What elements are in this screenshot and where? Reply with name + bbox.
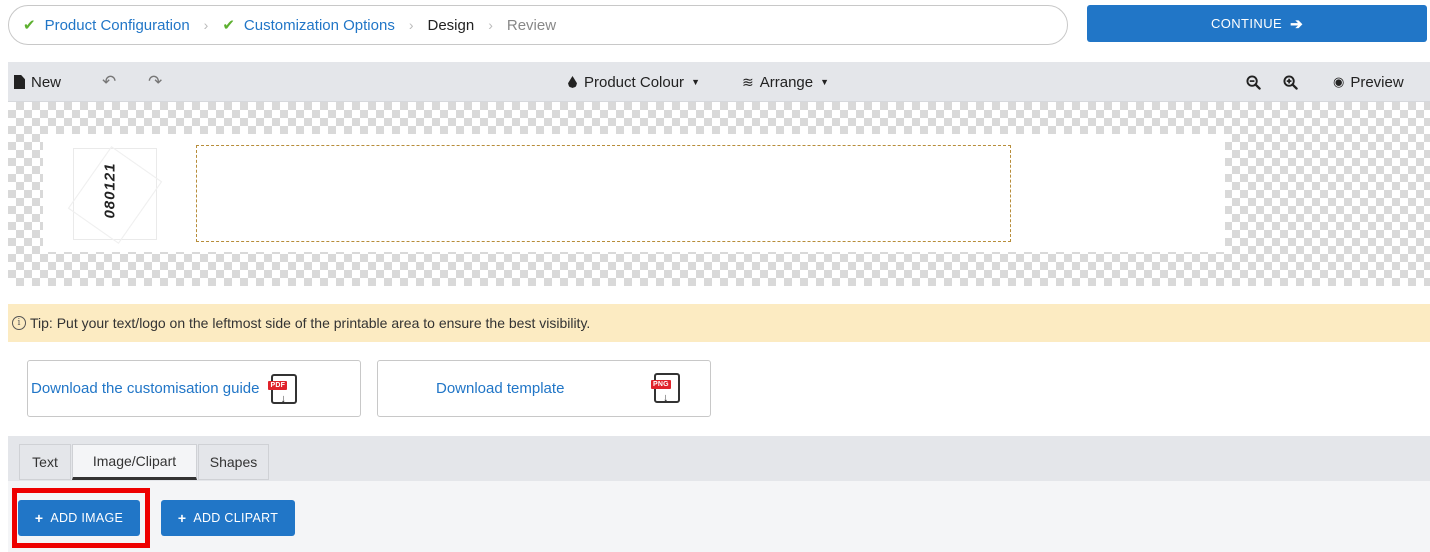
- arrange-label: Arrange: [759, 73, 814, 91]
- pdf-file-icon: PDF ↓: [268, 373, 298, 405]
- arrange-dropdown[interactable]: ≋ Arrange ▼: [742, 62, 829, 102]
- add-image-button[interactable]: + ADD IMAGE: [18, 500, 140, 536]
- drop-icon: [568, 76, 577, 88]
- caret-down-icon: ▼: [691, 77, 700, 87]
- design-canvas[interactable]: 080121: [8, 102, 1430, 286]
- editor-toolbar: New ↶ ↷ Product Colour ▼ ≋ Arrange ▼ ◉ P…: [8, 62, 1430, 102]
- check-icon: ✔: [222, 17, 235, 34]
- download-arrow-icon: ↓: [663, 392, 669, 404]
- new-button[interactable]: New: [14, 62, 61, 102]
- download-guide-label: Download the customisation guide: [31, 380, 260, 397]
- file-icon: [14, 75, 25, 89]
- tool-tabs: Text Image/Clipart Shapes: [8, 436, 1430, 481]
- product-colour-label: Product Colour: [584, 73, 685, 91]
- tip-text: Tip: Put your text/logo on the leftmost …: [30, 315, 591, 331]
- tip-banner: i Tip: Put your text/logo on the leftmos…: [8, 304, 1430, 342]
- tab-label: Shapes: [209, 454, 258, 470]
- step-design: Design: [428, 17, 475, 34]
- chevron-right-icon: ›: [203, 17, 209, 33]
- layers-icon: ≋: [742, 73, 754, 90]
- continue-button[interactable]: CONTINUE ➔: [1087, 5, 1427, 42]
- tab-text[interactable]: Text: [19, 444, 71, 480]
- step-customization-options[interactable]: ✔ Customization Options: [222, 16, 395, 35]
- new-label: New: [31, 73, 62, 91]
- step-review: Review: [507, 17, 556, 34]
- plus-icon: +: [34, 510, 44, 526]
- zoom-in-button[interactable]: [1283, 62, 1298, 102]
- chevron-right-icon: ›: [408, 17, 414, 33]
- tab-shapes[interactable]: Shapes: [198, 444, 269, 480]
- arrow-right-icon: ➔: [1290, 15, 1304, 33]
- downloads-section: Download the customisation guide PDF ↓ D…: [8, 342, 1430, 436]
- redo-button[interactable]: ↷: [148, 62, 162, 102]
- download-template-button[interactable]: Download template PNG ↓: [377, 360, 711, 417]
- preview-button[interactable]: ◉ Preview: [1333, 62, 1404, 102]
- zoom-in-icon: [1283, 74, 1298, 90]
- plus-icon: +: [177, 510, 187, 526]
- step-label: Customization Options: [243, 16, 395, 34]
- download-template-label: Download template: [436, 380, 565, 397]
- check-icon: ✔: [23, 17, 36, 34]
- redo-icon: ↷: [148, 72, 163, 91]
- caret-down-icon: ▼: [820, 77, 830, 87]
- step-label: Product Configuration: [44, 16, 190, 34]
- zoom-out-button[interactable]: [1246, 62, 1261, 102]
- wristband-product: 080121: [43, 134, 1225, 252]
- add-clipart-label: ADD CLIPART: [193, 511, 279, 525]
- add-clipart-button[interactable]: + ADD CLIPART: [161, 500, 295, 536]
- download-guide-button[interactable]: Download the customisation guide PDF ↓: [27, 360, 361, 417]
- printable-area[interactable]: [196, 145, 1011, 242]
- step-label: Design: [427, 16, 475, 34]
- tab-label: Image/Clipart: [92, 453, 177, 469]
- undo-icon: ↶: [102, 72, 117, 91]
- download-arrow-icon: ↓: [280, 392, 286, 405]
- info-icon: i: [12, 316, 26, 330]
- serial-number-area: 080121: [73, 148, 157, 240]
- add-image-label: ADD IMAGE: [50, 511, 124, 525]
- zoom-out-icon: [1246, 74, 1261, 90]
- tab-label: Text: [32, 454, 58, 470]
- step-label: Review: [506, 16, 557, 34]
- eye-icon: ◉: [1333, 74, 1345, 89]
- undo-button[interactable]: ↶: [102, 62, 116, 102]
- serial-number: 080121: [101, 162, 119, 219]
- tab-image-clipart[interactable]: Image/Clipart: [72, 444, 197, 480]
- product-colour-dropdown[interactable]: Product Colour ▼: [568, 62, 700, 102]
- chevron-right-icon: ›: [488, 17, 493, 33]
- png-file-icon: PNG ↓: [651, 373, 680, 404]
- progress-stepper: ✔ Product Configuration › ✔ Customizatio…: [8, 5, 1068, 45]
- preview-label: Preview: [1350, 73, 1404, 91]
- step-product-configuration[interactable]: ✔ Product Configuration: [23, 16, 190, 35]
- image-clipart-panel: + ADD IMAGE + ADD CLIPART: [8, 481, 1430, 552]
- continue-label: CONTINUE: [1210, 16, 1283, 31]
